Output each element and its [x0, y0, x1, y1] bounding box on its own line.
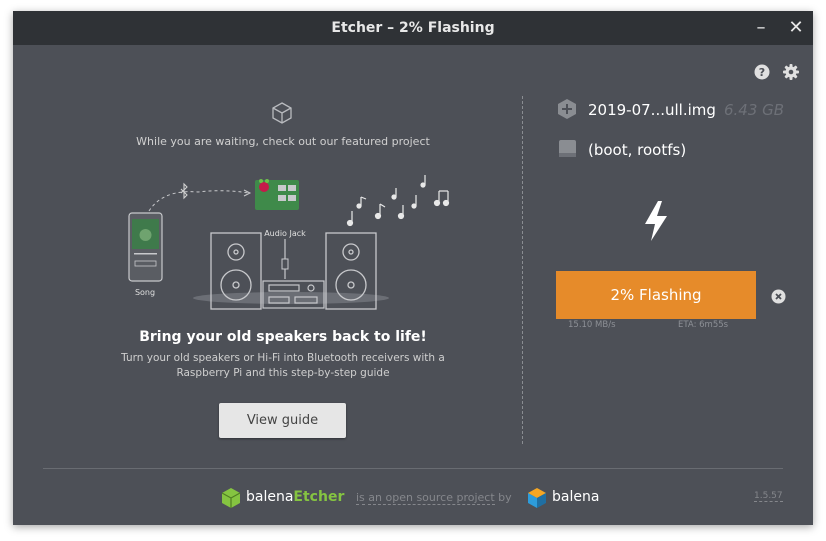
help-icon: ?: [754, 64, 770, 80]
footer-divider: [43, 468, 783, 469]
flash-eta: ETA: 6m55s: [678, 320, 729, 330]
lightning-icon: [640, 199, 672, 243]
featured-headline: Bring your old speakers back to life!: [139, 329, 427, 345]
drive-name: (boot, rootfs): [588, 141, 687, 159]
image-name: 2019-07...ull.img: [588, 101, 716, 119]
settings-button[interactable]: [782, 63, 800, 81]
close-circle-icon: [771, 289, 786, 304]
window-title: Etcher – 2% Flashing: [331, 20, 495, 36]
balena-logo-icon[interactable]: [527, 487, 547, 509]
footer-text: is an open source project by: [356, 491, 512, 505]
raspberry-pi-icon: [255, 179, 299, 210]
view-guide-button[interactable]: View guide: [219, 403, 346, 438]
version-label[interactable]: 1.5.57: [754, 491, 783, 502]
phone-icon: [128, 212, 163, 282]
featured-caption: While you are waiting, check out our fea…: [136, 135, 430, 148]
help-button[interactable]: ?: [753, 63, 771, 81]
titlebar: Etcher – 2% Flashing – ✕: [13, 11, 813, 45]
music-notes-icon: [346, 175, 450, 227]
featured-description: Turn your old speakers or Hi-Fi into Blu…: [121, 352, 445, 379]
minimize-button[interactable]: –: [751, 18, 771, 38]
featured-project-icon: [270, 101, 294, 125]
etcher-logo-icon[interactable]: [221, 487, 241, 509]
footer-by: by: [498, 491, 512, 504]
gear-icon: [783, 64, 799, 80]
balena-brand[interactable]: balena: [552, 489, 599, 505]
bluetooth-icon: [180, 182, 188, 200]
section-divider: [522, 96, 523, 444]
image-size: 6.43 GB: [724, 101, 785, 119]
flash-progress-button[interactable]: 2% Flashing: [556, 271, 756, 319]
cancel-flash-button[interactable]: [771, 289, 786, 304]
etcher-brand[interactable]: balenaEtcher: [246, 489, 344, 505]
song-label: Song: [135, 288, 155, 297]
brand-suffix: Etcher: [293, 489, 345, 505]
footer-is: is: [356, 491, 365, 505]
image-file-icon: [556, 98, 578, 120]
speakers-illustration: Song Audio Jack: [123, 161, 453, 311]
flash-speed: 15.10 MB/s: [568, 320, 616, 330]
audio-jack-label: Audio Jack: [264, 229, 306, 238]
svg-text:?: ?: [759, 66, 765, 79]
drive-icon: [558, 138, 577, 159]
etcher-window: Etcher – 2% Flashing – ✕ ? While you are…: [13, 11, 813, 525]
open-source-link[interactable]: an open source project: [368, 491, 495, 505]
close-button[interactable]: ✕: [786, 18, 806, 38]
brand-prefix: balena: [246, 489, 294, 505]
